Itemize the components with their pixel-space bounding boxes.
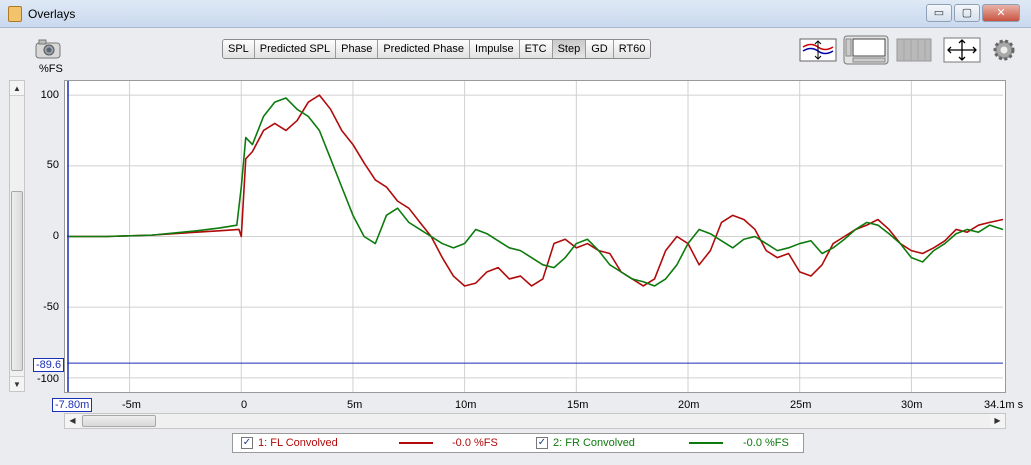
y-unit-label: %FS (39, 63, 63, 75)
graph-type-tabs: SPL Predicted SPL Phase Predicted Phase … (222, 39, 652, 59)
fit-arrows-icon[interactable] (943, 36, 981, 64)
x-cursor-readout: -7.80m (52, 398, 93, 412)
legend-swatch-fr (689, 442, 723, 444)
scroll-left-arrow-icon[interactable]: ◀ (65, 414, 80, 428)
y-cursor-readout: -89.6 (33, 358, 65, 372)
legend-value-fr: -0.0 %FS (743, 437, 789, 449)
x-tick-label: 10m (455, 399, 477, 411)
x-tick-label: 20m (678, 399, 700, 411)
y-tick-label: 50 (46, 159, 59, 171)
maximize-button[interactable]: ▢ (954, 4, 980, 22)
series-line-1 (67, 94, 1004, 287)
legend-checkbox-fr[interactable]: ✓ (536, 437, 548, 449)
y-tick-label: 0 (52, 230, 59, 242)
x-tick-label: 5m (347, 399, 363, 411)
scroll-up-arrow-icon[interactable]: ▲ (10, 81, 24, 96)
x-tick-label: 0 (241, 399, 248, 411)
x-axis-end-label: 34.1m s (984, 399, 1024, 411)
step-response-plot[interactable] (64, 80, 1006, 393)
horizontal-scrollbar[interactable]: ◀ ▶ (64, 413, 1006, 429)
series-line-2 (67, 97, 1004, 287)
legend-value-fl: -0.0 %FS (452, 437, 498, 449)
scroll-right-arrow-icon[interactable]: ▶ (990, 414, 1005, 428)
graph-layout-icon[interactable] (843, 35, 889, 65)
tab-predicted-phase[interactable]: Predicted Phase (378, 40, 471, 58)
tab-step[interactable]: Step (552, 40, 587, 58)
overlay-controls-icon[interactable] (799, 36, 837, 64)
tab-impulse[interactable]: Impulse (470, 40, 520, 58)
legend-label-fl: 1: FL Convolved (258, 437, 338, 449)
legend-swatch-fl (399, 442, 433, 444)
x-tick-label: 15m (567, 399, 589, 411)
tab-spl[interactable]: SPL (223, 40, 255, 58)
tab-rt60[interactable]: RT60 (613, 40, 651, 58)
legend: ✓ 1: FL Convolved -0.0 %FS ✓ 2: FR Convo… (232, 433, 804, 453)
x-tick-label: -5m (122, 399, 141, 411)
horizontal-scroll-thumb[interactable] (82, 415, 156, 427)
legend-checkbox-fl[interactable]: ✓ (241, 437, 253, 449)
vertical-scrollbar[interactable]: ▲ ▼ (9, 80, 25, 392)
tab-predicted-spl[interactable]: Predicted SPL (254, 40, 337, 58)
java-app-icon (8, 6, 22, 22)
window-title: Overlays (28, 7, 76, 21)
x-tick-label: 30m (901, 399, 923, 411)
legend-label-fr: 2: FR Convolved (553, 437, 635, 449)
title-bar: Overlays ▭ ▢ ✕ (0, 0, 1031, 28)
y-tick-label: -100 (36, 373, 59, 385)
tab-gd[interactable]: GD (586, 40, 614, 58)
y-tick-label: -50 (43, 301, 59, 313)
y-tick-label: 100 (40, 89, 59, 101)
tab-phase[interactable]: Phase (336, 40, 379, 58)
tab-etc[interactable]: ETC (519, 40, 553, 58)
scroll-down-arrow-icon[interactable]: ▼ (10, 376, 24, 391)
grid-pattern-icon[interactable] (896, 36, 932, 64)
x-tick-label: 25m (790, 399, 812, 411)
close-button[interactable]: ✕ (982, 4, 1020, 22)
vertical-scroll-thumb[interactable] (11, 191, 23, 371)
gear-icon[interactable] (990, 36, 1018, 64)
camera-icon[interactable] (34, 38, 62, 60)
minimize-button[interactable]: ▭ (926, 4, 952, 22)
